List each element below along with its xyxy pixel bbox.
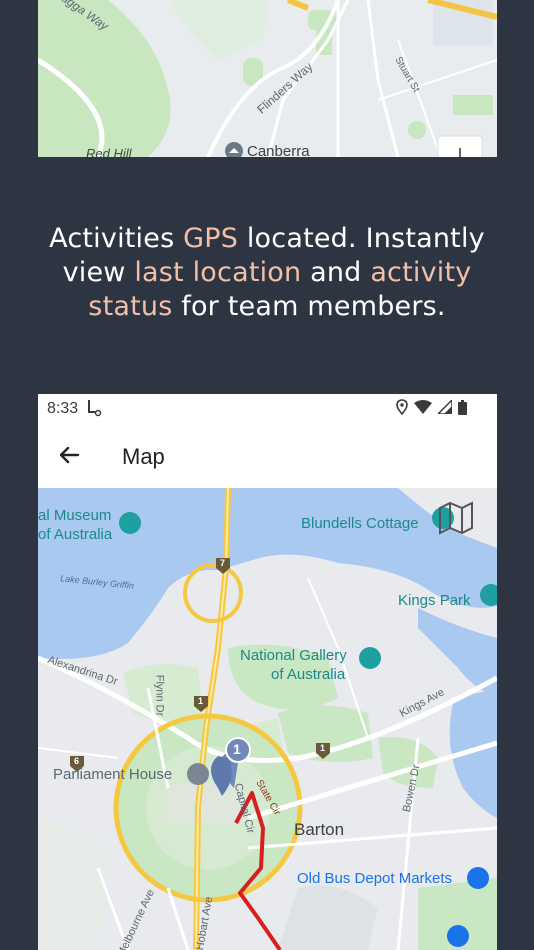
map-label-barton: Barton xyxy=(294,820,345,839)
headline-text-4: for team members. xyxy=(172,291,446,322)
map-label-old-bus-depot: Old Bus Depot Markets xyxy=(297,870,453,887)
map-label-parliament: Parliament House xyxy=(53,766,173,783)
signal-icon xyxy=(436,398,453,419)
map-label-gallery-l2: of Australia xyxy=(271,666,346,683)
status-time: 8:33 xyxy=(47,400,79,417)
map-label-blundells: Blundells Cottage xyxy=(301,515,419,532)
map-layers-icon[interactable] xyxy=(436,498,476,538)
map-label-kings-park: Kings Park xyxy=(398,592,471,609)
phone-screenshot: 8:33 Map al Museum of Australia Blundell… xyxy=(38,394,497,950)
status-icons xyxy=(396,398,467,420)
headline-text-1: Activities xyxy=(49,223,184,254)
headline-text-3: and xyxy=(301,257,371,288)
map-view[interactable]: al Museum of Australia Blundells Cottage… xyxy=(38,488,497,950)
map-label-red-hill: Red Hill xyxy=(86,146,132,157)
wifi-icon xyxy=(414,400,432,419)
route-number-1a: 1 xyxy=(198,696,204,706)
top-map-preview: agga Way Flinders Way Stuart St Red Hill… xyxy=(38,0,497,157)
page-title: Map xyxy=(122,444,165,469)
back-arrow-icon[interactable] xyxy=(54,440,84,470)
app-bar: Map xyxy=(38,422,497,488)
map-label-museum-l2: of Australia xyxy=(38,526,113,543)
marker-count-badge: 1 xyxy=(233,741,241,757)
status-bar: 8:33 xyxy=(38,394,497,422)
route-number-7: 7 xyxy=(220,558,226,568)
battery-icon xyxy=(458,399,467,420)
walking-icon xyxy=(86,399,102,422)
route-number-1b: 1 xyxy=(320,743,326,753)
map-label-gallery-l1: National Gallery xyxy=(240,647,347,664)
map-label-museum-l1: al Museum xyxy=(38,507,112,524)
location-icon xyxy=(396,399,408,420)
map-label-flynn: Flynn Dr xyxy=(153,674,166,717)
headline-highlight-last-location: last location xyxy=(134,257,302,288)
route-number-6: 6 xyxy=(74,756,80,766)
map-label-canberra: Canberra xyxy=(247,143,310,157)
headline-highlight-gps: GPS xyxy=(183,223,239,254)
feature-headline: Activities GPS located. Instantly view l… xyxy=(30,222,504,324)
